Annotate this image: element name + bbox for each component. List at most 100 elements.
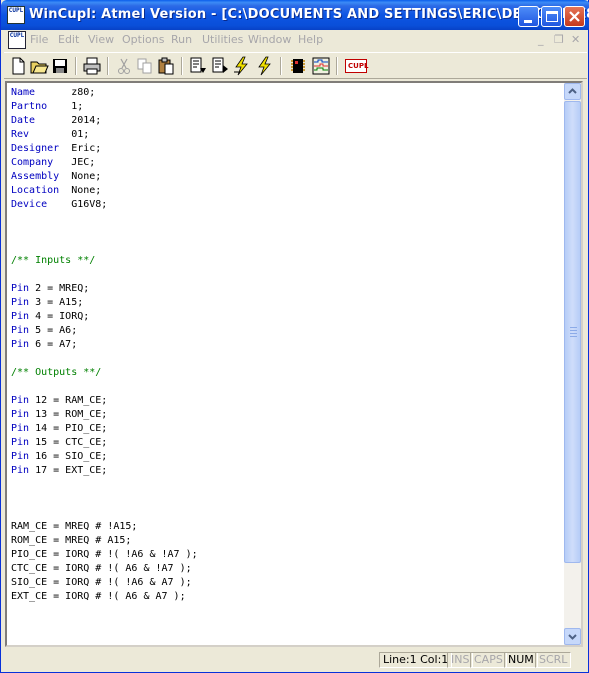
save-button[interactable] xyxy=(50,56,70,76)
code-text: 17 = EXT_CE; xyxy=(29,465,108,476)
code-line: Company JEC; xyxy=(11,156,565,170)
device-dependent-compile-button[interactable] xyxy=(210,56,230,76)
code-line: Pin 15 = CTC_CE; xyxy=(11,436,565,450)
child-close-icon[interactable]: ✕ xyxy=(571,33,580,46)
keyword: Pin xyxy=(11,409,30,420)
compile-button[interactable] xyxy=(188,56,208,76)
keyword: Pin xyxy=(11,451,30,462)
code-line: Pin 13 = ROM_CE; xyxy=(11,408,565,422)
chip-button[interactable] xyxy=(288,56,308,76)
code-line: CTC_CE = IORQ # !( A6 & !A7 ); xyxy=(11,562,565,576)
num-indicator: NUM xyxy=(504,652,538,668)
new-button[interactable] xyxy=(8,56,28,76)
menu-utilities[interactable]: Utilities xyxy=(202,33,243,46)
new-icon xyxy=(12,57,25,75)
keyword: Pin xyxy=(11,423,30,434)
print-button[interactable] xyxy=(82,56,102,76)
menu-bar: CUPL File Edit View Options Run Utilitie… xyxy=(4,30,587,50)
keyword: Pin xyxy=(11,395,30,406)
maximize-button[interactable] xyxy=(541,6,562,27)
code-line: Assembly None; xyxy=(11,170,565,184)
code-text: 13 = ROM_CE; xyxy=(29,409,108,420)
code-text: 01; xyxy=(29,129,90,140)
comment: /** Inputs **/ xyxy=(11,255,96,266)
status-bar: Line:1 Col:1 INS CAPS NUM SCRL xyxy=(4,650,587,670)
cupl-label: CUPL xyxy=(348,62,369,70)
menu-window[interactable]: Window xyxy=(248,33,291,46)
code-line: Date 2014; xyxy=(11,114,565,128)
menu-view[interactable]: View xyxy=(88,33,114,46)
wincupl-app-icon[interactable]: CUPL xyxy=(7,6,25,24)
paste-button[interactable] xyxy=(156,56,176,76)
scroll-down-button[interactable] xyxy=(564,628,581,645)
menu-help[interactable]: Help xyxy=(298,33,323,46)
code-line: Pin 4 = IORQ; xyxy=(11,310,565,324)
vertical-scrollbar[interactable] xyxy=(564,83,581,645)
code-text: 12 = RAM_CE; xyxy=(29,395,108,406)
open-button[interactable] xyxy=(29,56,49,76)
code-text: CTC_CE = IORQ # !( A6 & !A7 ); xyxy=(11,563,192,574)
toolbar-separator xyxy=(75,57,77,75)
document-icon[interactable]: CUPL xyxy=(8,31,26,49)
code-editor[interactable]: Name z80; Partno 1; Date 2014; Rev 01; Desig… xyxy=(5,81,583,647)
keyword: Partno xyxy=(11,101,48,112)
minimize-button[interactable] xyxy=(518,6,539,27)
close-button[interactable] xyxy=(564,6,585,27)
cut-button[interactable] xyxy=(114,56,134,76)
keyword: Rev xyxy=(11,129,30,140)
menu-run[interactable]: Run xyxy=(171,33,192,46)
keyword: Pin xyxy=(11,465,30,476)
keyword: Name xyxy=(11,87,36,98)
scrollbar-thumb[interactable] xyxy=(564,101,581,563)
child-restore-icon[interactable]: ❐ xyxy=(554,33,564,46)
comment: /** Outputs **/ xyxy=(11,367,102,378)
code-text: RAM_CE = MREQ # !A15; xyxy=(11,521,138,532)
grip-line xyxy=(570,333,577,334)
code-line: Pin 2 = MREQ; xyxy=(11,282,565,296)
code-line: Designer Eric; xyxy=(11,142,565,156)
code-line: Pin 14 = PIO_CE; xyxy=(11,422,565,436)
code-text: 2 = MREQ; xyxy=(29,283,90,294)
child-minimize-icon[interactable]: _ xyxy=(538,33,544,46)
keyword: Pin xyxy=(11,311,30,322)
cursor-position: Line:1 Col:1 xyxy=(379,652,453,668)
copy-button[interactable] xyxy=(135,56,155,76)
code-line: Pin 12 = RAM_CE; xyxy=(11,394,565,408)
cupl-button[interactable]: CUPL xyxy=(344,56,368,76)
code-text: Eric; xyxy=(59,143,102,154)
paste-icon xyxy=(158,57,174,75)
menu-edit[interactable]: Edit xyxy=(58,33,79,46)
simulate-button[interactable] xyxy=(232,56,252,76)
code-line: Device G16V8; xyxy=(11,198,565,212)
minimize-icon xyxy=(524,20,532,23)
scroll-up-button[interactable] xyxy=(564,83,581,100)
title-bar[interactable]: CUPL WinCupl: Atmel Version - [C:\DOCUME… xyxy=(1,0,589,30)
source-code[interactable]: Name z80; Partno 1; Date 2014; Rev 01; Desig… xyxy=(11,86,565,642)
code-line: Pin 17 = EXT_CE; xyxy=(11,464,565,478)
keyword: Assembly xyxy=(11,171,60,182)
toolbar: CUPL xyxy=(4,52,587,79)
toolbar-separator xyxy=(336,57,338,75)
code-text: 6 = A7; xyxy=(29,339,78,350)
run-button[interactable] xyxy=(254,56,274,76)
code-line: SIO_CE = IORQ # !( !A6 & A7 ); xyxy=(11,576,565,590)
code-text: 2014; xyxy=(35,115,102,126)
keyword: Device xyxy=(11,199,48,210)
code-line: Rev 01; xyxy=(11,128,565,142)
menu-file[interactable]: File xyxy=(30,33,48,46)
run-icon xyxy=(258,56,271,76)
code-text: JEC; xyxy=(53,157,96,168)
maximize-icon xyxy=(546,11,558,22)
code-text: 15 = CTC_CE; xyxy=(29,437,108,448)
waveform-button[interactable] xyxy=(311,56,331,76)
toolbar-separator xyxy=(107,57,109,75)
menu-options[interactable]: Options xyxy=(122,33,164,46)
save-icon xyxy=(53,59,67,73)
grip-line xyxy=(570,330,577,331)
code-text: 16 = SIO_CE; xyxy=(29,451,108,462)
code-line: PIO_CE = IORQ # !( !A6 & !A7 ); xyxy=(11,548,565,562)
chevron-up-icon xyxy=(568,88,577,94)
